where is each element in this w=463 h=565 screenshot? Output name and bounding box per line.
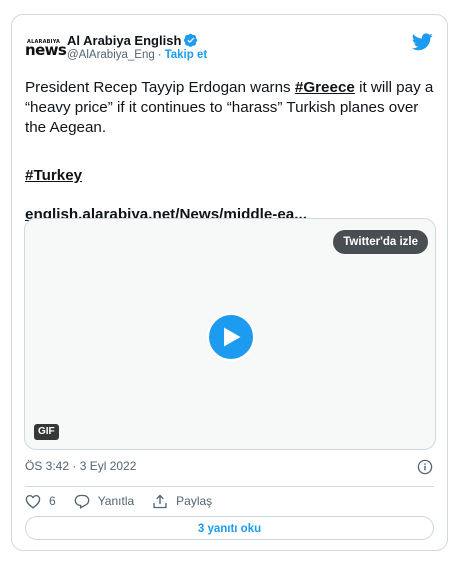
divider	[25, 486, 434, 487]
gif-badge: GIF	[34, 424, 59, 440]
play-button[interactable]	[207, 313, 255, 361]
avatar-logo-big: news	[25, 41, 67, 59]
watch-on-twitter-button[interactable]: Twitter'da izle	[333, 230, 428, 254]
play-icon	[224, 327, 241, 347]
like-count: 6	[49, 494, 56, 508]
share-label: Paylaş	[176, 494, 213, 508]
tweet-text: President Recep Tayyip Erdogan warns #Gr…	[25, 78, 437, 138]
tweet-card: ALARABIYA news Al Arabiya English @AlAra…	[11, 14, 448, 551]
twitter-bird-icon[interactable]	[412, 33, 433, 51]
heart-icon	[25, 494, 41, 509]
timestamp[interactable]: ÖS 3:42 · 3 Eyl 2022	[25, 459, 136, 473]
name-row: Al Arabiya English	[67, 31, 198, 49]
reply-icon	[74, 494, 90, 509]
read-replies-button[interactable]: 3 yanıtı oku	[25, 516, 434, 540]
display-name[interactable]: Al Arabiya English	[67, 33, 181, 48]
handle[interactable]: @AlArabiya_Eng	[67, 49, 155, 61]
hashtag-greece[interactable]: #Greece	[295, 79, 355, 96]
like-button[interactable]: 6	[25, 494, 56, 509]
info-icon[interactable]	[417, 459, 433, 475]
follow-link[interactable]: Takip et	[165, 49, 208, 61]
separator: ·	[157, 49, 162, 61]
handle-row: @AlArabiya_Eng · Takip et	[67, 49, 207, 61]
share-button[interactable]: Paylaş	[152, 494, 212, 509]
reply-label: Yanıtla	[97, 494, 135, 508]
hashtag-turkey[interactable]: #Turkey	[25, 167, 82, 184]
action-bar: 6 Yanıtla Paylaş	[25, 491, 230, 511]
tweet-text-part1: President Recep Tayyip Erdogan warns	[25, 79, 295, 96]
share-icon	[153, 494, 167, 508]
verified-icon	[184, 33, 198, 47]
media-player[interactable]: Twitter'da izle GIF	[24, 218, 436, 450]
avatar[interactable]: ALARABIYA news	[25, 33, 67, 63]
tweet-header: ALARABIYA news Al Arabiya English @AlAra…	[25, 31, 435, 67]
reply-button[interactable]: Yanıtla	[74, 494, 134, 509]
